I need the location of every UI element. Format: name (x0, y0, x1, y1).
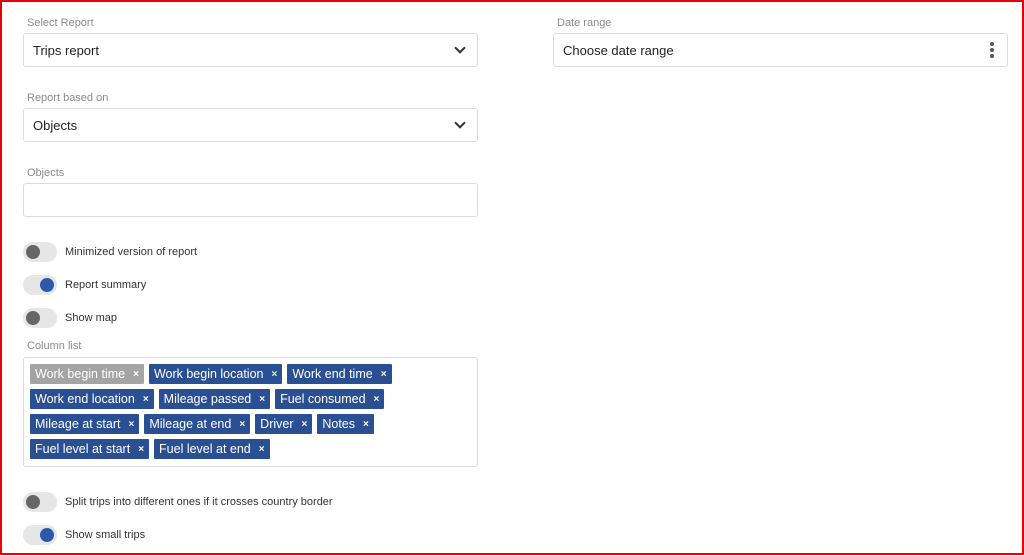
column-tag[interactable]: Mileage passed × (158, 389, 271, 409)
toggle-show-map[interactable]: Show map (23, 308, 117, 328)
remove-tag-icon[interactable]: × (374, 394, 380, 405)
remove-tag-icon[interactable]: × (272, 369, 278, 380)
tag-line: Mileage at start × Mileage at end × Driver… (30, 414, 471, 434)
column-tag-label: Driver (260, 417, 294, 431)
toggle-knob (40, 528, 54, 542)
more-vert-icon[interactable] (987, 42, 997, 58)
select-report-label: Select Report (27, 17, 94, 29)
column-tag-label: Mileage at start (35, 417, 121, 431)
column-tag[interactable]: Fuel level at start × (30, 439, 150, 459)
chevron-down-icon (454, 117, 466, 129)
column-tag-label: Fuel consumed (280, 392, 366, 406)
objects-input[interactable] (23, 183, 478, 217)
toggle-label: Split trips into different ones if it cr… (65, 496, 333, 508)
column-tag-label: Work begin time (35, 367, 126, 381)
column-tag[interactable]: Work end location × (30, 389, 154, 409)
column-list-input[interactable]: Work begin time × Work begin location × Wo… (23, 357, 478, 467)
date-range-picker[interactable]: Choose date range (553, 33, 1008, 67)
tag-line: Fuel level at start × Fuel level at end × (30, 439, 471, 459)
report-select-value: Trips report (33, 42, 99, 58)
column-tag-label: Fuel level at start (35, 442, 131, 456)
toggle-switch[interactable] (23, 275, 57, 295)
column-tag[interactable]: Mileage at start × (30, 414, 140, 434)
remove-tag-icon[interactable]: × (138, 444, 144, 455)
toggle-knob (26, 495, 40, 509)
column-tag[interactable]: Work end time × (287, 364, 392, 384)
column-tag[interactable]: Driver × (255, 414, 313, 434)
column-tag-label: Mileage at end (149, 417, 232, 431)
objects-label: Objects (27, 167, 65, 179)
column-tag[interactable]: Work begin time × (30, 364, 144, 384)
toggle-minimized-report[interactable]: Minimized version of report (23, 242, 197, 262)
toggle-show-small-trips[interactable]: Show small trips (23, 525, 145, 545)
remove-tag-icon[interactable]: × (363, 419, 369, 430)
toggle-knob (40, 278, 54, 292)
toggle-switch[interactable] (23, 525, 57, 545)
column-tag[interactable]: Fuel consumed × (275, 389, 385, 409)
toggle-switch[interactable] (23, 242, 57, 262)
column-tag-label: Fuel level at end (159, 442, 251, 456)
column-tag[interactable]: Notes × (317, 414, 374, 434)
column-tag[interactable]: Fuel level at end × (154, 439, 270, 459)
toggle-label: Minimized version of report (65, 246, 198, 258)
column-tag[interactable]: Work begin location × (148, 364, 283, 384)
toggle-knob (26, 311, 40, 325)
tag-line: Work end location × Mileage passed × Fuel … (30, 389, 471, 409)
toggle-knob (26, 245, 40, 259)
remove-tag-icon[interactable]: × (239, 419, 245, 430)
remove-tag-icon[interactable]: × (128, 419, 134, 430)
column-tag-label: Mileage passed (163, 392, 252, 406)
report-based-on-value: Objects (33, 117, 78, 133)
remove-tag-icon[interactable]: × (133, 369, 139, 380)
date-range-placeholder: Choose date range (563, 42, 674, 58)
report-based-on-select[interactable]: Objects (23, 108, 478, 142)
toggle-label: Show map (65, 312, 117, 324)
toggle-switch[interactable] (23, 308, 57, 328)
toggle-label: Show small trips (65, 529, 146, 541)
remove-tag-icon[interactable]: × (259, 394, 265, 405)
toggle-label: Report summary (65, 279, 147, 291)
remove-tag-icon[interactable]: × (259, 444, 265, 455)
column-tag-label: Notes (322, 417, 356, 431)
remove-tag-icon[interactable]: × (302, 419, 308, 430)
column-tag-label: Work end time (292, 367, 373, 381)
report-based-on-label: Report based on (27, 92, 109, 104)
tag-line: Work begin time × Work begin location × Wo… (30, 364, 471, 384)
column-list-label: Column list (27, 340, 82, 352)
column-tag[interactable]: Mileage at end × (144, 414, 251, 434)
toggle-switch[interactable] (23, 492, 57, 512)
toggle-report-summary[interactable]: Report summary (23, 275, 146, 295)
remove-tag-icon[interactable]: × (143, 394, 149, 405)
toggle-split-trips[interactable]: Split trips into different ones if it cr… (23, 492, 333, 512)
report-select[interactable]: Trips report (23, 33, 478, 67)
column-tag-label: Work begin location (153, 367, 264, 381)
date-range-label: Date range (557, 17, 612, 29)
chevron-down-icon (454, 42, 466, 54)
column-tag-label: Work end location (35, 392, 135, 406)
remove-tag-icon[interactable]: × (381, 369, 387, 380)
